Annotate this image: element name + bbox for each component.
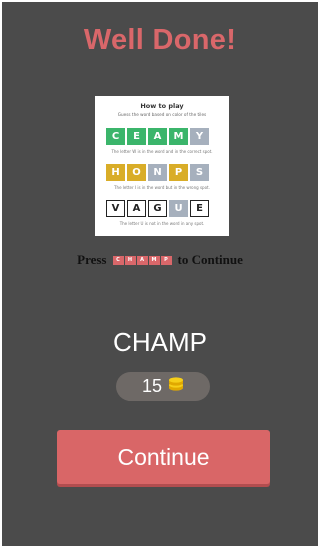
key-tile: A (136, 255, 148, 265)
coin-count: 15 (141, 376, 163, 396)
example-tile: E (190, 200, 209, 217)
example-row-1: C E A M Y (106, 128, 209, 145)
example-tile: G (148, 200, 167, 217)
example-tile: S (190, 164, 209, 181)
coin-reward-badge: 15 (116, 372, 210, 401)
key-tile: M (148, 255, 160, 265)
example-tile: P (169, 164, 188, 181)
example-tile: M (169, 128, 188, 145)
press-label: Press (77, 252, 107, 267)
example-tile: C (106, 128, 125, 145)
example-hint-3: The letter U is not in the word in any s… (119, 221, 205, 226)
game-screen: Well Done! How to play Guess the word ba… (2, 2, 318, 546)
example-hint-1: The letter W is in the word and in the c… (111, 149, 213, 154)
example-tile: V (106, 200, 125, 217)
example-row-2: H O N P S (106, 164, 209, 181)
press-to-continue-prompt: Press C H A M P to Continue (2, 252, 318, 268)
example-tile: O (127, 164, 146, 181)
example-row-3: V A G U E (106, 200, 209, 217)
answer-word: CHAMP (113, 327, 207, 357)
example-hint-2: The letter I is in the word but in the w… (114, 185, 210, 190)
how-to-play-heading: How to play (140, 102, 184, 110)
key-tile: P (160, 255, 172, 265)
how-to-play-subheading: Guess the word based on color of the til… (117, 112, 207, 117)
champ-key-tiles: C H A M P (112, 255, 172, 265)
example-tile: A (127, 200, 146, 217)
coin-stack-icon (168, 376, 184, 397)
continue-button[interactable]: Continue (57, 430, 270, 484)
example-tile: Y (190, 128, 209, 145)
example-tile: E (127, 128, 146, 145)
page-title: Well Done! (83, 24, 237, 56)
example-tile: N (148, 164, 167, 181)
key-tile: C (112, 255, 124, 265)
example-tile: H (106, 164, 125, 181)
example-tile: A (148, 128, 167, 145)
to-continue-label: to Continue (177, 252, 243, 267)
how-to-play-card: How to play Guess the word based on colo… (95, 96, 229, 236)
key-tile: H (124, 255, 136, 265)
example-tile: U (169, 200, 188, 217)
